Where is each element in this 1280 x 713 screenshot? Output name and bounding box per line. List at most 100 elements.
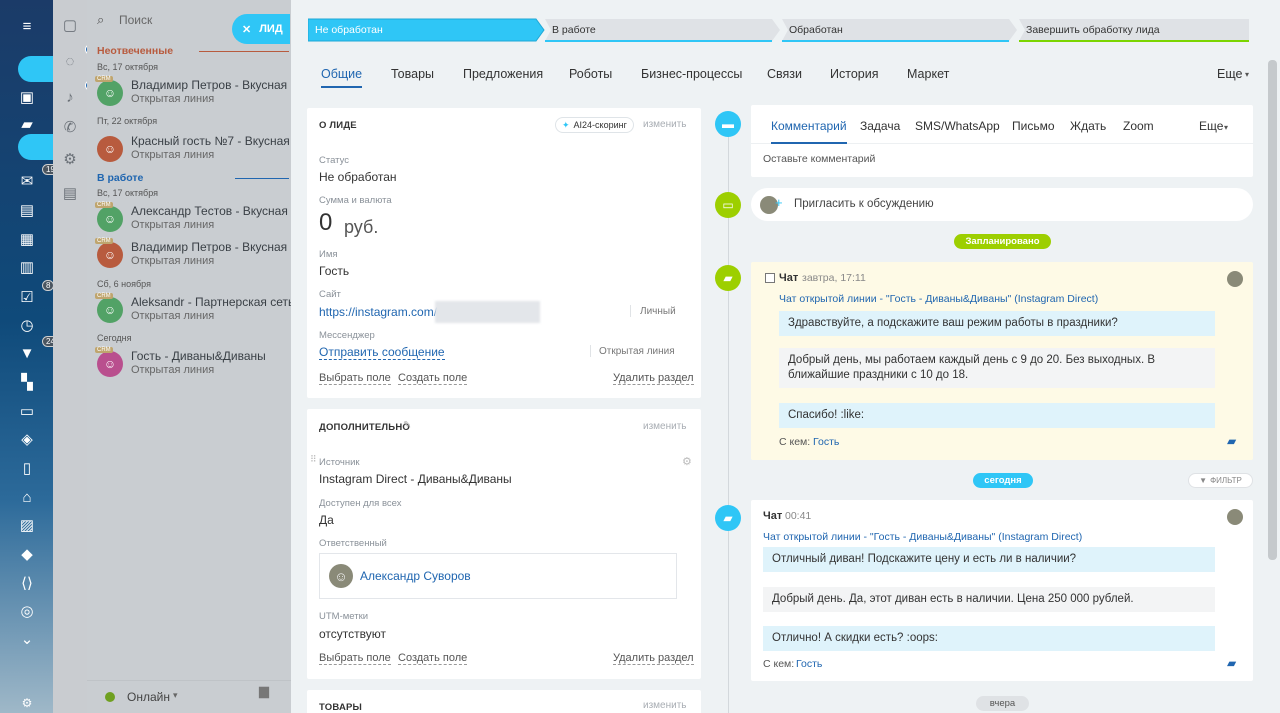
- invite-label: Пригласить к обсуждению: [794, 198, 934, 210]
- tab-letter[interactable]: Письмо: [1012, 119, 1055, 133]
- tab-market[interactable]: Маркет: [907, 67, 949, 81]
- discussion-dot-icon: ▭: [715, 192, 741, 218]
- report-icon[interactable]: ▤: [57, 182, 83, 204]
- contacts-icon[interactable]: ▨: [14, 514, 40, 536]
- clock-icon[interactable]: ◷: [14, 314, 40, 336]
- tab-comment[interactable]: Комментарий: [771, 119, 847, 144]
- tab-links[interactable]: Связи: [767, 67, 802, 81]
- chat-subtitle: Открытая линия: [131, 310, 215, 322]
- chat-list-item[interactable]: ☺ CRM Aleksandr - Партнерская сеть Откры…: [95, 293, 295, 325]
- close-slider-tab[interactable]: ✕ ЛИД: [232, 14, 290, 44]
- comment-input[interactable]: Оставьте комментарий: [763, 153, 875, 165]
- gear-icon[interactable]: ⚙: [682, 455, 692, 468]
- mail-icon[interactable]: ✉ 19: [14, 164, 59, 192]
- send-message-link[interactable]: Отправить сообщение: [319, 345, 445, 360]
- open-lines-icon[interactable]: ◌10: [57, 44, 102, 72]
- filter-button[interactable]: ▼ ФИЛЬТР: [1188, 473, 1253, 488]
- knowledge-icon[interactable]: ▯: [14, 457, 40, 479]
- scrollbar-thumb[interactable]: [1268, 60, 1277, 560]
- tab-zoom[interactable]: Zoom: [1123, 119, 1154, 133]
- chevron-down-icon[interactable]: ▾: [173, 690, 178, 701]
- message-bubble: Спасибо! :like:: [779, 403, 1215, 428]
- chat-icon[interactable]: ▰: [1227, 656, 1236, 670]
- open-line-link[interactable]: Чат открытой линии - "Гость - Диваны&Див…: [779, 293, 1098, 305]
- tab-more[interactable]: Еще: [1217, 67, 1242, 81]
- tab-more[interactable]: Еще: [1199, 119, 1223, 133]
- with-contact-link[interactable]: Гость: [796, 658, 822, 670]
- create-field-link[interactable]: Создать поле: [398, 652, 468, 665]
- more-chevron-icon[interactable]: ⌄: [14, 628, 40, 650]
- chat-list-item[interactable]: ☺ CRM Владимир Петров - Вкусная ед Откры…: [95, 238, 299, 270]
- tab-history[interactable]: История: [830, 67, 878, 81]
- chat-list-item[interactable]: ☺ CRM Гость - Диваны&Диваны Открытая лин…: [95, 347, 295, 379]
- messenger-column: ▢ ◌10 ♪2 ✆ ⚙ ▤: [53, 0, 102, 713]
- change-link[interactable]: изменить: [643, 119, 687, 130]
- stage-new[interactable]: Не обработан: [308, 18, 545, 42]
- tab-sms[interactable]: SMS/WhatsApp: [915, 119, 1000, 133]
- apps-icon[interactable]: ▚: [14, 371, 40, 393]
- store-icon[interactable]: ◆: [14, 543, 40, 565]
- change-link[interactable]: изменить: [643, 421, 687, 432]
- chat-dot-icon: ▰: [715, 265, 741, 291]
- site-link[interactable]: https://instagram.com/: [319, 305, 437, 319]
- with-contact-link[interactable]: Гость: [813, 436, 839, 448]
- sites-icon[interactable]: ▭: [14, 400, 40, 422]
- messenger-type: Открытая линия: [599, 346, 675, 357]
- section-divider: [199, 51, 289, 52]
- select-field-link[interactable]: Выбрать поле: [319, 652, 391, 665]
- close-icon[interactable]: ✕: [242, 23, 251, 36]
- pencil-icon[interactable]: ✎: [403, 420, 411, 431]
- complete-checkbox[interactable]: [765, 273, 775, 283]
- responsible-name[interactable]: Александр Суворов: [360, 569, 471, 583]
- field-label: Статус: [319, 155, 350, 166]
- chat-bubble-icon[interactable]: ▢: [57, 14, 83, 36]
- crm-filter-icon[interactable]: ▼ 24: [14, 336, 59, 364]
- target-icon[interactable]: ◎: [14, 600, 40, 622]
- ai-scoring-button[interactable]: ✦ AI24-скоринг: [555, 117, 634, 133]
- shop-icon[interactable]: ⌂: [14, 486, 40, 508]
- tab-business-processes[interactable]: Бизнес-процессы: [641, 67, 742, 81]
- tab-offers[interactable]: Предложения: [463, 67, 543, 81]
- active-rail-item[interactable]: [18, 134, 58, 160]
- delete-section-link[interactable]: Удалить раздел: [613, 372, 694, 385]
- responsible-box[interactable]: ☺ Александр Суворов: [319, 553, 677, 599]
- document-icon[interactable]: ▥: [14, 256, 40, 278]
- open-line-link[interactable]: Чат открытой линии - "Гость - Диваны&Див…: [763, 531, 1082, 543]
- status-select[interactable]: Онлайн: [127, 690, 170, 704]
- box-icon[interactable]: ◈: [14, 428, 40, 450]
- tab-general[interactable]: Общие: [321, 67, 363, 88]
- chat-list-item[interactable]: ☺ CRM Владимир Петров - Вкусная е… Откры…: [95, 76, 299, 108]
- chat-icon[interactable]: ▰: [14, 113, 40, 135]
- drag-handle-icon[interactable]: ⠿: [310, 454, 317, 465]
- tab-wait[interactable]: Ждать: [1070, 119, 1106, 133]
- select-field-link[interactable]: Выбрать поле: [319, 372, 391, 385]
- stage-processed[interactable]: Обработан: [782, 18, 1018, 42]
- status-value: Не обработан: [319, 170, 397, 184]
- status-bar: Онлайн ▾ ▆: [87, 680, 291, 713]
- calendar-icon[interactable]: ▦: [14, 228, 40, 250]
- feed-icon[interactable]: ▣: [14, 86, 40, 108]
- chat-name: Владимир Петров - Вкусная е…: [131, 78, 299, 92]
- stage-finish[interactable]: Завершить обработку лида: [1019, 18, 1249, 42]
- tasks-icon[interactable]: ☑ 8: [14, 280, 55, 308]
- printer-icon[interactable]: ▆: [259, 683, 269, 699]
- phone-icon[interactable]: ✆: [57, 116, 83, 138]
- chat-list-item[interactable]: ☺ CRM Александр Тестов - Вкусная ед Откр…: [95, 202, 299, 234]
- invite-bar[interactable]: + Пригласить к обсуждению: [751, 188, 1253, 221]
- tab-robots[interactable]: Роботы: [569, 67, 612, 81]
- search-input[interactable]: Поиск: [119, 13, 152, 27]
- drive-icon[interactable]: ▤: [14, 199, 40, 221]
- change-link[interactable]: изменить: [643, 700, 687, 711]
- delete-section-link[interactable]: Удалить раздел: [613, 652, 694, 665]
- chat-icon[interactable]: ▰: [1227, 434, 1236, 448]
- tab-products[interactable]: Товары: [391, 67, 434, 81]
- tab-task[interactable]: Задача: [860, 119, 900, 133]
- create-field-link[interactable]: Создать поле: [398, 372, 468, 385]
- settings-icon[interactable]: ⚙: [14, 692, 40, 713]
- chat-list-item[interactable]: ☺ Красный гость №7 - Вкусная … Открытая …: [95, 132, 299, 164]
- menu-icon[interactable]: ≡: [14, 15, 40, 37]
- notifications-icon[interactable]: ♪2: [57, 80, 98, 108]
- developer-icon[interactable]: ⟨⟩: [14, 572, 40, 594]
- gear-icon[interactable]: ⚙: [57, 148, 83, 170]
- stage-in-work[interactable]: В работе: [545, 18, 781, 42]
